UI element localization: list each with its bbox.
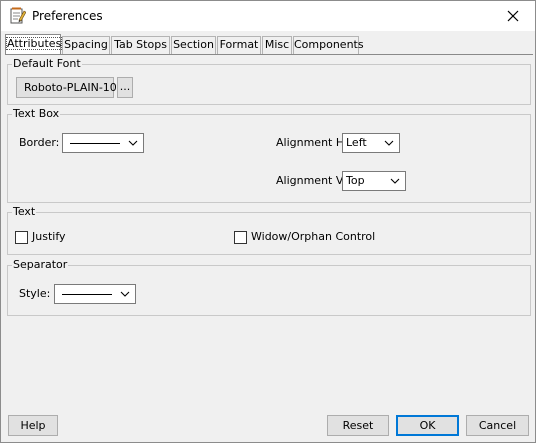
font-browse-button[interactable]: ... (117, 77, 133, 98)
alignment-v-dropdown[interactable]: Top (342, 171, 406, 191)
group-title: Default Font (12, 57, 82, 71)
close-icon (507, 10, 519, 22)
tab-label: Components (294, 38, 364, 51)
separator-group: Separator Style: (7, 258, 531, 316)
cancel-button[interactable]: Cancel (466, 415, 529, 436)
line-preview (70, 143, 120, 144)
help-button[interactable]: Help (8, 415, 58, 436)
separator-style-label: Style: (19, 287, 51, 300)
tab-spacing[interactable]: Spacing (62, 36, 110, 54)
chevron-down-icon (384, 140, 394, 146)
widow-orphan-label: Widow/Orphan Control (251, 230, 376, 243)
tab-label: Format (219, 38, 259, 51)
font-selector-button[interactable]: Roboto-PLAIN-10 (16, 77, 117, 98)
alignment-h-value: Left (346, 136, 367, 149)
tab-label: Attributes (6, 37, 63, 50)
tab-label: Spacing (64, 38, 108, 51)
alignment-v-label: Alignment V: (276, 174, 347, 187)
tab-label: Section (173, 38, 214, 51)
reset-button[interactable]: Reset (327, 415, 389, 436)
alignment-h-label: Alignment H: (276, 136, 348, 149)
line-preview (62, 294, 112, 295)
widow-orphan-checkbox[interactable] (234, 231, 247, 244)
justify-label: Justify (32, 230, 66, 243)
tab-label: Misc (264, 38, 290, 51)
tab-label: Tab Stops (114, 38, 167, 51)
chevron-down-icon (390, 178, 400, 184)
group-title: Separator (12, 258, 69, 272)
group-title: Text Box (12, 107, 61, 121)
border-label: Border: (19, 136, 60, 149)
dialog-button-bar: Help Reset OK Cancel (1, 409, 535, 442)
default-font-group: Default Font Roboto-PLAIN-10 ... (7, 57, 531, 105)
close-button[interactable] (491, 1, 535, 31)
text-box-group: Text Box Border: Alignment H: Left Align… (7, 107, 531, 203)
title-bar: Preferences (1, 1, 535, 31)
tab-misc[interactable]: Misc (262, 36, 292, 54)
tab-format[interactable]: Format (217, 36, 261, 54)
alignment-h-dropdown[interactable]: Left (342, 133, 400, 153)
window-title: Preferences (32, 9, 103, 23)
chevron-down-icon (128, 140, 138, 146)
alignment-v-value: Top (346, 174, 365, 187)
chevron-down-icon (120, 291, 130, 297)
tab-tab-stops[interactable]: Tab Stops (111, 36, 170, 54)
separator-style-dropdown[interactable] (54, 284, 136, 304)
justify-checkbox[interactable] (15, 231, 28, 244)
group-title: Text (12, 205, 37, 219)
ok-button[interactable]: OK (396, 415, 459, 436)
preferences-dialog: Preferences Attributes Spacing Tab Stops… (0, 0, 536, 443)
tab-section[interactable]: Section (171, 36, 216, 54)
border-style-dropdown[interactable] (62, 133, 144, 153)
text-group: Text Justify Widow/Orphan Control (7, 205, 531, 255)
tab-components[interactable]: Components (293, 36, 364, 54)
tab-attributes[interactable]: Attributes (5, 34, 63, 54)
notepad-pencil-icon (10, 7, 26, 24)
